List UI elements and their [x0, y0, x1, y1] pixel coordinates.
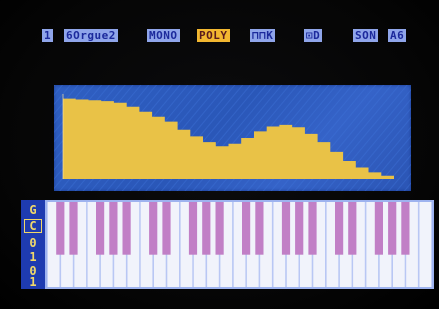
black-key[interactable] [401, 202, 410, 255]
black-key[interactable] [162, 202, 171, 255]
white-key[interactable] [419, 202, 432, 287]
menu-preset[interactable]: 6Orgue2 [64, 29, 118, 42]
menu-tempo[interactable]: A6 [388, 29, 407, 42]
side-glyph-1[interactable]: G [24, 203, 42, 217]
piano-keys[interactable] [47, 202, 432, 287]
black-key[interactable] [96, 202, 105, 255]
side-glyph-6[interactable]: 1 [24, 275, 42, 289]
keyboard-panel: G C 0 1 0 1 [21, 200, 434, 289]
menu-mono[interactable]: MONO [147, 29, 180, 42]
black-key[interactable] [202, 202, 211, 255]
black-key[interactable] [109, 202, 118, 255]
menu-wave[interactable]: ⊓⊓K [250, 29, 276, 42]
black-key[interactable] [215, 202, 224, 255]
black-key[interactable] [69, 202, 78, 255]
menu-sound[interactable]: SON [353, 29, 379, 42]
black-key[interactable] [335, 202, 344, 255]
octave-selector[interactable]: G C 0 1 0 1 [21, 200, 45, 289]
black-key[interactable] [295, 202, 304, 255]
black-key[interactable] [281, 202, 291, 255]
side-glyph-4[interactable]: 1 [24, 250, 42, 264]
piano-keyboard[interactable] [47, 202, 432, 287]
black-key[interactable] [308, 202, 317, 255]
black-key[interactable] [388, 202, 397, 255]
waveform-graph[interactable] [54, 85, 411, 191]
synth-screen: 1 6Orgue2 MONO POLY ⊓⊓K ⊡D SON A6 G C 0 [0, 0, 439, 309]
black-key[interactable] [242, 202, 251, 255]
black-key[interactable] [149, 202, 158, 255]
black-key[interactable] [122, 202, 131, 255]
menu-octave[interactable]: ⊡D [304, 29, 323, 42]
black-key[interactable] [374, 202, 383, 255]
side-glyph-2[interactable]: C [24, 219, 42, 233]
top-menu-bar: 1 6Orgue2 MONO POLY ⊓⊓K ⊡D SON A6 [40, 29, 420, 43]
black-key[interactable] [56, 202, 65, 255]
menu-poly[interactable]: POLY [197, 29, 230, 42]
black-key[interactable] [255, 202, 264, 255]
black-key[interactable] [348, 202, 357, 255]
waveform-editor[interactable] [54, 85, 411, 191]
menu-channel[interactable]: 1 [42, 29, 54, 42]
black-key[interactable] [188, 202, 198, 255]
side-glyph-3[interactable]: 0 [24, 236, 42, 250]
